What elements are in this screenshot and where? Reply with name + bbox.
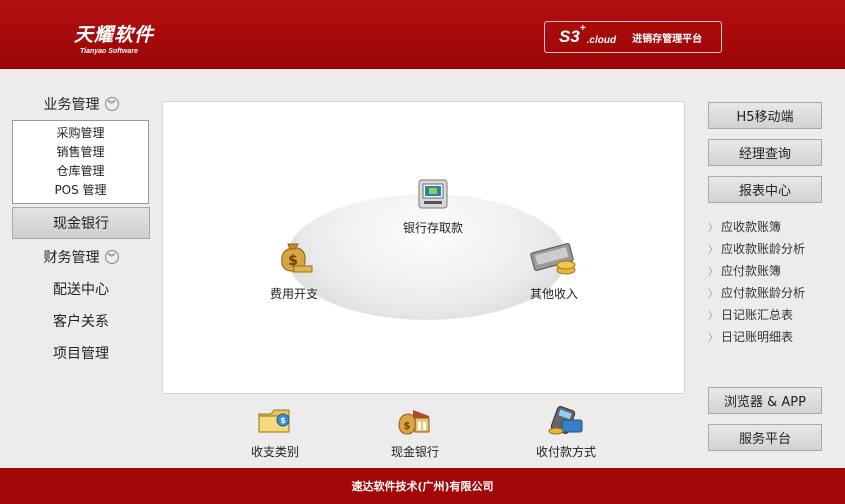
nav-finance-management[interactable]: 财务管理 ︾ xyxy=(12,241,150,273)
bottom-cash-bank-label: 现金银行 xyxy=(390,445,439,459)
footer-company-name: 速达软件技术(广州)有限公司 xyxy=(351,480,494,493)
left-sidebar: 业务管理 ︾ 采购管理 销售管理 仓库管理 POS 管理 现金银行 财务管理 ︾… xyxy=(12,88,150,369)
node-other-income-label: 其他收入 xyxy=(529,287,578,301)
node-expense-label: 费用开支 xyxy=(269,287,318,301)
folder-coins-icon: $ xyxy=(258,409,290,433)
report-item-journal-summary[interactable]: 〉日记账汇总表 xyxy=(708,303,822,325)
nav-project-management[interactable]: 项目管理 xyxy=(12,337,150,369)
platform-badge: S3+ .cloud 进销存管理平台 xyxy=(544,21,722,53)
manager-query-button[interactable]: 经理查询 xyxy=(708,139,822,166)
browser-app-button[interactable]: 浏览器 & APP xyxy=(708,387,822,414)
company-logo: 天耀软件 Tianyao Software xyxy=(74,20,154,55)
main-workflow-panel: 银行存取款 $ 费用开支 其他收入 xyxy=(162,101,685,394)
chevron-right-icon: 〉 xyxy=(708,332,718,344)
report-item-journal-detail[interactable]: 〉日记账明细表 xyxy=(708,325,822,347)
chevron-right-icon: 〉 xyxy=(708,310,718,322)
report-item-ap-aging[interactable]: 〉应付款账龄分析 xyxy=(708,281,822,303)
report-list: 〉应收款账簿 〉应收款账龄分析 〉应付款账簿 〉应付款账龄分析 〉日记账汇总表 … xyxy=(708,215,822,347)
service-platform-button[interactable]: 服务平台 xyxy=(708,424,822,451)
nav-delivery-center[interactable]: 配送中心 xyxy=(12,273,150,305)
chevron-right-icon: 〉 xyxy=(708,244,718,256)
chevron-right-icon: 〉 xyxy=(708,266,718,278)
bottom-payment-methods[interactable]: 收付款方式 xyxy=(524,404,608,460)
report-item-ap-ledger[interactable]: 〉应付款账簿 xyxy=(708,259,822,281)
bottom-cash-bank[interactable]: $ 现金银行 xyxy=(380,404,450,460)
chevron-right-icon: 〉 xyxy=(708,288,718,300)
nav-customer-relations[interactable]: 客户关系 xyxy=(12,305,150,337)
badge-platform-text: 进销存管理平台 xyxy=(632,33,703,45)
logo-en-text: Tianyao Software xyxy=(80,48,138,55)
business-submenu: 采购管理 销售管理 仓库管理 POS 管理 xyxy=(12,120,149,204)
svg-text:$: $ xyxy=(404,421,411,432)
chevron-right-icon: 〉 xyxy=(708,222,718,234)
nav-business-management[interactable]: 业务管理 ︾ xyxy=(12,88,150,120)
footer-bar: 速达软件技术(广州)有限公司 xyxy=(0,468,845,504)
node-other-income[interactable]: 其他收入 xyxy=(519,242,589,302)
node-expense[interactable]: $ 费用开支 xyxy=(259,238,329,302)
cash-tray-icon xyxy=(530,243,576,275)
node-bank-deposit-label: 银行存取款 xyxy=(402,221,463,235)
bottom-payment-label: 收付款方式 xyxy=(535,445,596,459)
nav-cash-bank[interactable]: 现金银行 xyxy=(12,207,150,239)
chevron-down-icon: ︾ xyxy=(104,97,119,111)
svg-text:$: $ xyxy=(280,416,286,425)
bottom-income-expense-categories[interactable]: $ 收支类别 xyxy=(240,404,310,460)
submenu-item-pos[interactable]: POS 管理 xyxy=(13,181,148,200)
report-item-ar-aging[interactable]: 〉应收款账龄分析 xyxy=(708,237,822,259)
submenu-item-purchase[interactable]: 采购管理 xyxy=(13,124,148,143)
top-header: 天耀软件 Tianyao Software S3+ .cloud 进销存管理平台 xyxy=(0,0,845,69)
right-bottom-buttons: 浏览器 & APP 服务平台 xyxy=(708,387,822,451)
submenu-item-warehouse[interactable]: 仓库管理 xyxy=(13,162,148,181)
node-bank-deposit[interactable]: 银行存取款 xyxy=(391,176,475,236)
badge-cloud-text: .cloud xyxy=(586,34,617,46)
h5-mobile-button[interactable]: H5移动端 xyxy=(708,102,822,129)
bank-money-icon: $ xyxy=(398,410,430,435)
report-center-button[interactable]: 报表中心 xyxy=(708,176,822,203)
report-item-ar-ledger[interactable]: 〉应收款账簿 xyxy=(708,215,822,237)
atm-icon xyxy=(418,179,448,209)
chevron-down-icon: ︾ xyxy=(104,250,119,264)
right-panel: H5移动端 经理查询 报表中心 〉应收款账簿 〉应收款账龄分析 〉应付款账簿 〉… xyxy=(708,102,822,347)
submenu-item-sales[interactable]: 销售管理 xyxy=(13,143,148,162)
money-bag-icon: $ xyxy=(281,243,313,273)
card-terminal-icon xyxy=(548,405,583,435)
bottom-toolbar: $ 收支类别 $ 现金银行 收付款方式 xyxy=(162,396,685,462)
logo-cn-text: 天耀软件 xyxy=(74,24,155,46)
badge-product-name: S3+ xyxy=(559,23,586,46)
bottom-categories-label: 收支类别 xyxy=(250,445,299,459)
